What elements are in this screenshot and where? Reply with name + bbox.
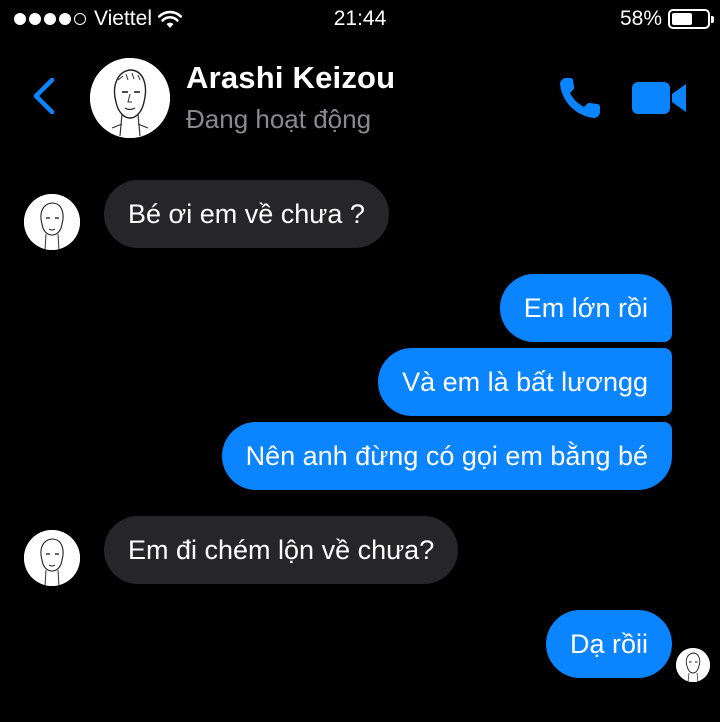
- contact-status: Đang hoạt động: [186, 104, 372, 134]
- message-bubble-outgoing[interactable]: Và em là bất lươngg: [378, 348, 672, 416]
- message-bubble-outgoing[interactable]: Nên anh đừng có gọi em bằng bé: [221, 422, 672, 490]
- battery-percent: 58%: [619, 7, 662, 30]
- seen-receipt-avatar: [676, 648, 710, 682]
- message-bubble-outgoing[interactable]: Em lớn rồi: [499, 274, 672, 342]
- message-list: Bé ơi em về chưa ? Em lớn rồi Và em là b…: [0, 170, 720, 722]
- contact-name[interactable]: Arashi Keizou: [186, 60, 395, 96]
- status-right: 58%: [619, 7, 714, 31]
- status-bar: Viettel 21:44 58%: [0, 0, 720, 40]
- message-bubble-outgoing[interactable]: Dạ rồii: [545, 610, 672, 678]
- contact-avatar[interactable]: [24, 530, 80, 586]
- status-time: 21:44: [333, 7, 387, 30]
- back-chevron-icon[interactable]: [26, 74, 66, 118]
- video-camera-icon[interactable]: [630, 78, 690, 118]
- phone-icon[interactable]: [556, 74, 604, 120]
- battery-icon: [668, 9, 714, 29]
- battery-fill: [672, 13, 692, 25]
- avatar-sketch: [24, 530, 80, 586]
- contact-avatar[interactable]: [24, 194, 80, 250]
- avatar-sketch: [24, 194, 80, 250]
- message-bubble-incoming[interactable]: Bé ơi em về chưa ?: [104, 180, 389, 248]
- message-bubble-incoming[interactable]: Em đi chém lộn về chưa?: [104, 516, 459, 584]
- avatar-sketch: [676, 648, 710, 682]
- chat-header: Arashi Keizou Đang hoạt động: [0, 44, 720, 144]
- avatar-sketch: [90, 58, 170, 138]
- avatar[interactable]: [90, 58, 170, 138]
